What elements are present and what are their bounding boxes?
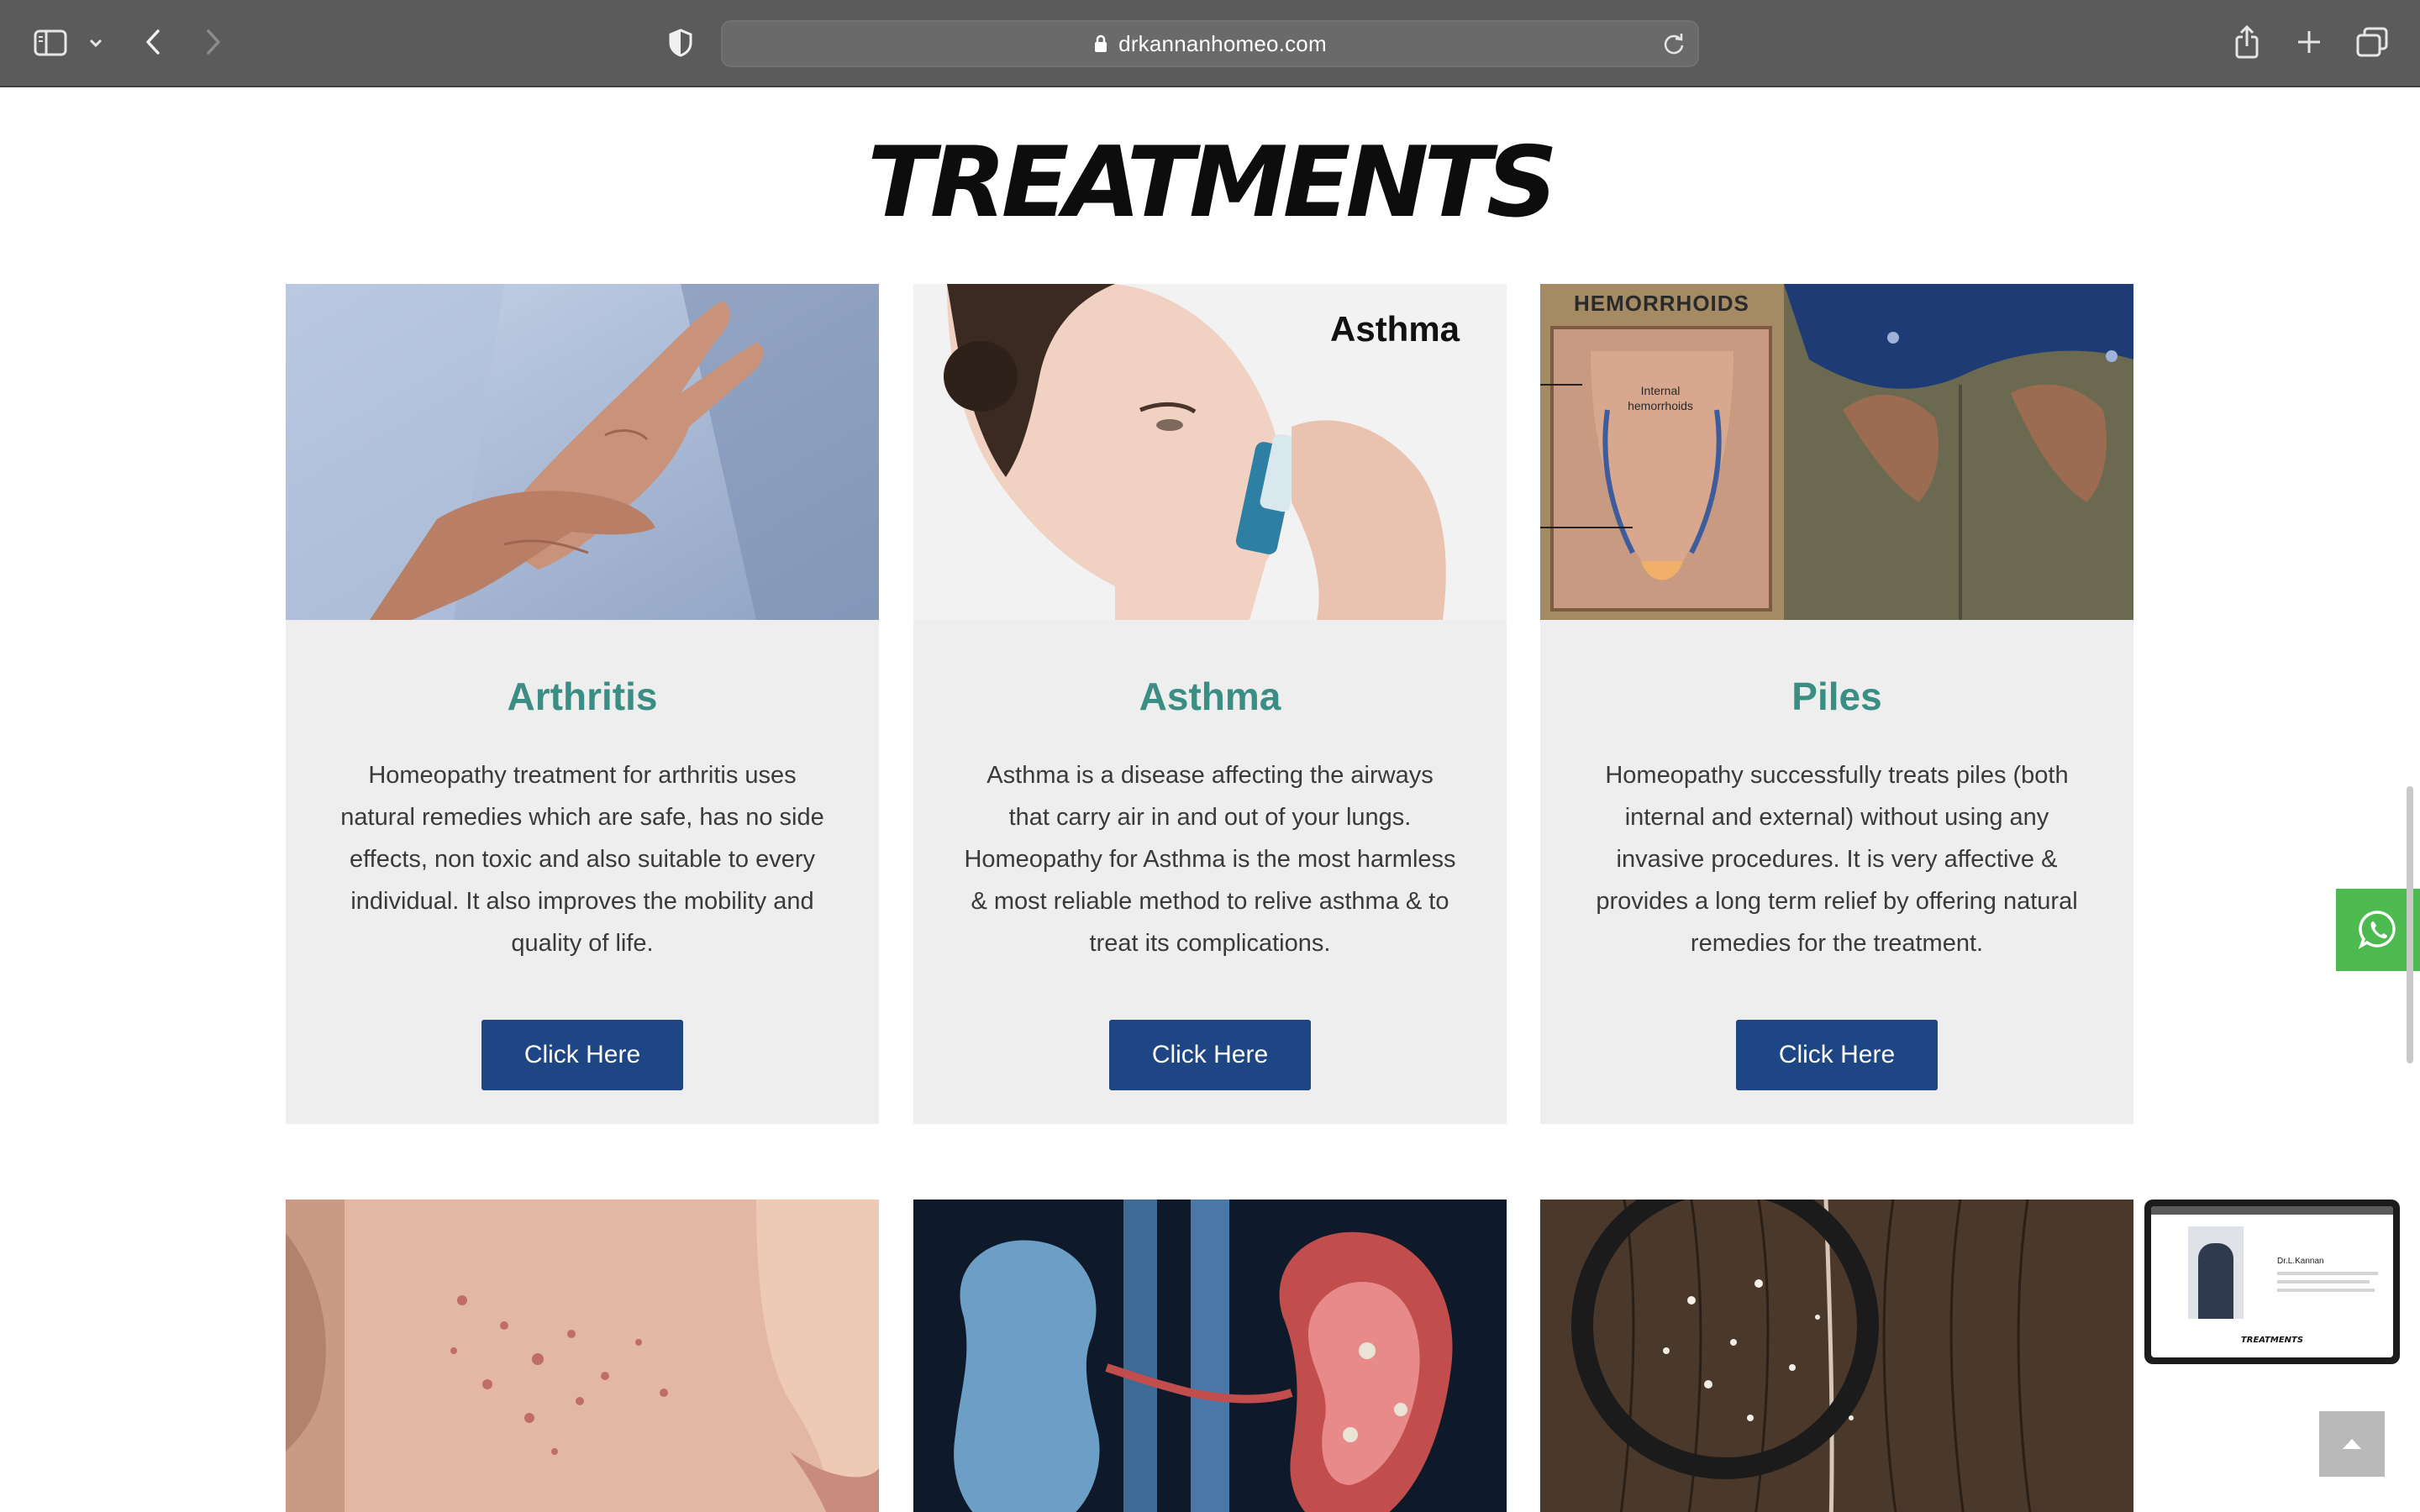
card-description: Homeopathy successfully treats piles (bo…: [1596, 762, 2078, 957]
share-icon[interactable]: [2230, 22, 2264, 62]
thumbnail-title: TREATMENTS: [2240, 1336, 2304, 1345]
image-label: Internal hemorrhoids: [1628, 384, 1693, 412]
section-title: TREATMENTS: [867, 126, 1558, 239]
page-content: TREATMENTS Arthritis Homeopathy treatmen…: [0, 89, 2420, 1512]
chevron-up-icon: [2343, 1439, 2361, 1449]
lock-icon: [1093, 34, 1108, 54]
asthma-image: Asthma: [913, 284, 1507, 620]
forward-arrow-icon[interactable]: [198, 25, 229, 59]
image-label: Asthma: [1330, 309, 1460, 349]
treatment-card-image-kidney: [913, 1200, 1507, 1512]
treatment-card-image-acne: [286, 1200, 879, 1512]
card-title: Asthma: [1139, 675, 1281, 718]
privacy-shield-icon[interactable]: [664, 25, 697, 60]
card-title: Arthritis: [507, 675, 658, 718]
url-text: drkannanhomeo.com: [1118, 30, 1327, 56]
back-arrow-icon[interactable]: [138, 25, 168, 59]
reload-icon[interactable]: [1662, 32, 1686, 60]
card-title: Piles: [1791, 675, 1882, 718]
piles-image: HEMORRHOIDS Internal hemorrhoids: [1540, 284, 2133, 620]
click-here-button-piles[interactable]: Click Here: [1736, 1020, 1938, 1090]
chevron-down-icon[interactable]: [86, 32, 106, 54]
treatment-card-arthritis: Arthritis Homeopathy treatment for arthr…: [286, 284, 879, 1124]
treatment-card-asthma: Asthma Asthma Asthma is a disease affect…: [913, 284, 1507, 1124]
whatsapp-icon: [2358, 911, 2396, 949]
click-here-button-arthritis[interactable]: Click Here: [481, 1020, 683, 1090]
card-description: Homeopathy treatment for arthritis uses …: [340, 762, 824, 957]
plus-icon[interactable]: [2292, 25, 2326, 59]
image-label: HEMORRHOIDS: [1574, 291, 1749, 316]
sidebar-icon[interactable]: [32, 27, 69, 59]
scroll-to-top-button[interactable]: [2319, 1411, 2385, 1477]
click-here-button-asthma[interactable]: Click Here: [1109, 1020, 1311, 1090]
page-thumbnail-preview[interactable]: Dr.L.Kannan TREATMENTS: [2144, 1200, 2400, 1364]
treatment-card-image-dandruff: [1540, 1200, 2133, 1512]
thumbnail-content: Dr.L.Kannan TREATMENTS: [2151, 1206, 2393, 1357]
thumbnail-name: Dr.L.Kannan: [2277, 1257, 2324, 1266]
address-bar[interactable]: drkannanhomeo.com: [721, 20, 1699, 67]
arthritis-image: [286, 284, 879, 620]
tabs-overview-icon[interactable]: [2354, 25, 2390, 59]
card-description: Asthma is a disease affecting the airway…: [964, 762, 1456, 957]
page-scrollbar[interactable]: [2407, 786, 2413, 1063]
treatment-card-piles: HEMORRHOIDS Internal hemorrhoids Piles H…: [1540, 284, 2133, 1124]
browser-toolbar: drkannanhomeo.com: [0, 0, 2420, 87]
